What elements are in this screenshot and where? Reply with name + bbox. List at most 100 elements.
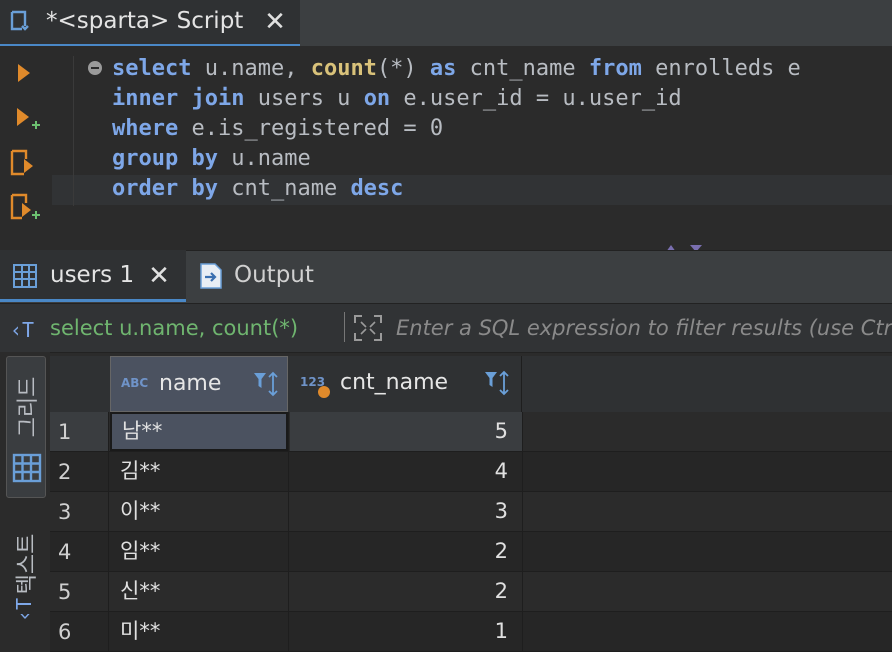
code-line[interactable]: group by u.name (112, 144, 801, 174)
sql-keyword: as (429, 56, 457, 81)
row-number[interactable]: 2 (50, 452, 108, 492)
gutter-separator (73, 56, 74, 206)
sql-text: e.user_id = u.user_id (390, 86, 682, 111)
sql-keyword: by (191, 176, 218, 201)
grid-corner[interactable] (50, 356, 108, 412)
code-line[interactable]: inner join users u on e.user_id = u.user… (112, 84, 801, 114)
cell-name[interactable]: 임** (110, 532, 288, 571)
side-tab-text[interactable]: 텍스트 ‹T (6, 518, 46, 640)
column-separator (108, 452, 109, 492)
column-header-name[interactable]: ABC name (110, 356, 288, 412)
side-tab-text-label: 텍스트 (15, 533, 40, 595)
editor-toolbar (0, 46, 50, 246)
column-separator (108, 412, 109, 452)
execute-statement-icon[interactable] (8, 60, 42, 90)
sql-keyword: select (112, 56, 192, 81)
sql-filter-icon[interactable]: ‹T (10, 318, 34, 342)
sql-keyword: join (191, 86, 245, 111)
cell-name[interactable]: 신** (110, 572, 288, 611)
cell-name[interactable]: 이** (110, 492, 288, 531)
column-separator (522, 532, 523, 572)
filter-input[interactable] (392, 304, 892, 352)
column-separator (288, 452, 289, 492)
sql-function: count (310, 56, 377, 81)
warning-dot-icon (318, 386, 330, 398)
cell-cnt-name[interactable]: 4 (290, 452, 522, 491)
sql-script-icon (8, 9, 32, 35)
filter-sort-icon[interactable] (253, 370, 279, 400)
column-separator (108, 572, 109, 612)
cell-name[interactable]: 김** (110, 452, 288, 491)
row-number[interactable]: 3 (50, 492, 108, 532)
sql-keyword: from (588, 56, 642, 81)
column-separator (288, 532, 289, 572)
sql-text: u.name, (191, 56, 311, 81)
code-line[interactable]: where e.is_registered = 0 (112, 114, 801, 144)
expand-icon[interactable] (352, 313, 384, 343)
cell-cnt-name[interactable]: 5 (290, 412, 522, 451)
table-row[interactable]: 6 미** 1 (50, 612, 892, 652)
row-number[interactable]: 5 (50, 572, 108, 612)
code-line[interactable]: order by cnt_name desc (112, 174, 801, 204)
table-icon (12, 263, 38, 293)
table-row[interactable]: 5 신** 2 (50, 572, 892, 612)
fold-icon[interactable] (88, 61, 102, 75)
sql-code[interactable]: select u.name, count(*) as cnt_name from… (112, 54, 801, 204)
sql-keyword: inner (112, 86, 179, 111)
table-row[interactable]: 3 이** 3 (50, 492, 892, 532)
filter-divider (344, 312, 345, 342)
column-header-label: cnt_name (340, 370, 449, 395)
table-row[interactable]: 2 김** 4 (50, 452, 892, 492)
table-row[interactable]: 1 남** 5 (50, 412, 892, 452)
column-separator (522, 612, 523, 652)
row-number[interactable]: 6 (50, 612, 108, 652)
sql-keyword: desc (350, 176, 404, 201)
table-row[interactable]: 4 임** 2 (50, 532, 892, 572)
sql-keyword: where (112, 116, 179, 141)
filter-bar: ‹T select u.name, count(*) (0, 303, 892, 353)
grid-icon (12, 453, 42, 487)
column-separator (108, 612, 109, 652)
column-separator (522, 412, 523, 452)
tab-users-1[interactable]: users 1 ✕ (0, 250, 186, 302)
filter-query-label[interactable]: select u.name, count(*) (50, 316, 298, 340)
sql-text: e.is_registered = 0 (178, 116, 444, 141)
column-separator (108, 492, 109, 532)
sql-text: enrolleds e (641, 56, 801, 81)
sql-text: cnt_name (217, 176, 351, 201)
execute-script-icon[interactable] (8, 148, 42, 178)
scroll-arrows-icon (664, 238, 704, 252)
output-icon (198, 262, 224, 294)
cell-cnt-name[interactable]: 2 (290, 532, 522, 571)
side-tab-grid[interactable]: 그리드 (6, 356, 46, 498)
filter-sort-icon[interactable] (484, 369, 510, 399)
row-number[interactable]: 4 (50, 532, 108, 572)
close-icon[interactable]: ✕ (146, 262, 172, 290)
tab-script[interactable]: *<sparta> Script ✕ (0, 0, 300, 47)
tab-users-label: users 1 (50, 262, 135, 288)
column-header-cnt-name[interactable]: 123 cnt_name (290, 356, 522, 412)
column-separator (522, 572, 523, 612)
row-number[interactable]: 1 (50, 412, 108, 452)
side-tab-grid-label: 그리드 (16, 376, 41, 438)
sql-text: cnt_name (456, 56, 589, 81)
sql-keyword: on (363, 86, 391, 111)
column-separator (288, 412, 289, 452)
sql-keyword: by (191, 146, 218, 171)
code-line[interactable]: select u.name, count(*) as cnt_name from… (112, 54, 801, 84)
sql-keyword: order (112, 176, 179, 201)
execute-new-tab-icon[interactable] (8, 104, 42, 134)
text-icon: ‹T (12, 597, 37, 623)
cell-cnt-name[interactable]: 1 (290, 612, 522, 651)
cell-name[interactable]: 남** (110, 412, 288, 451)
column-separator (288, 572, 289, 612)
tab-output[interactable]: Output (188, 250, 358, 302)
execute-script-new-tab-icon[interactable] (8, 192, 42, 222)
close-icon[interactable]: ✕ (262, 8, 288, 36)
cell-cnt-name[interactable]: 3 (290, 492, 522, 531)
column-separator (108, 532, 109, 572)
cell-name[interactable]: 미** (110, 612, 288, 651)
type-tag-text: ABC (121, 376, 149, 390)
cell-cnt-name[interactable]: 2 (290, 572, 522, 611)
